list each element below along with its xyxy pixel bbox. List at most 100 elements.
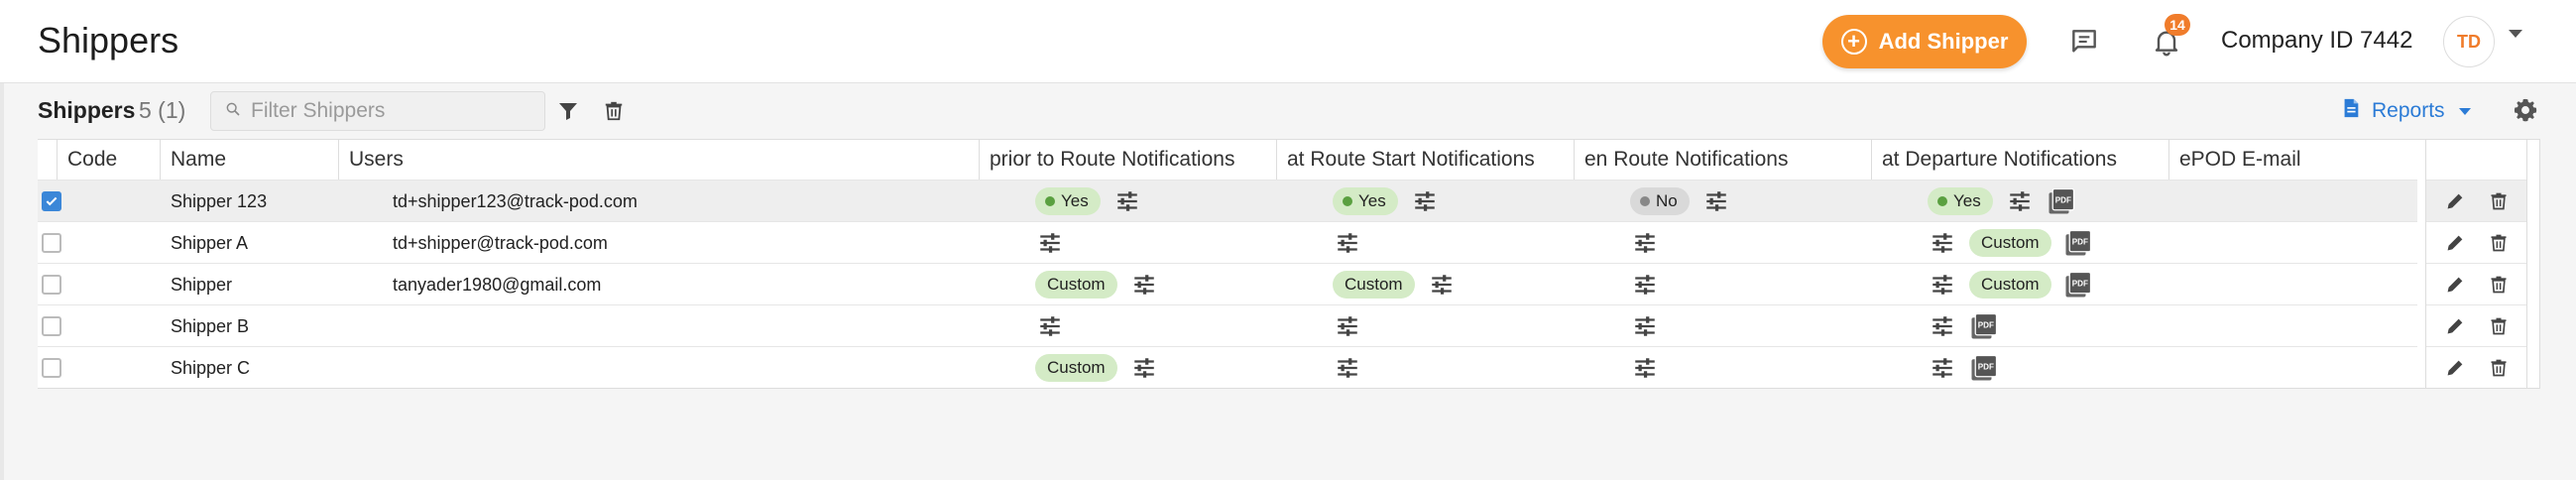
column-header-prior-route[interactable]: prior to Route Notifications xyxy=(980,140,1277,180)
notification-status-pill: Custom xyxy=(1969,271,2051,299)
add-shipper-button[interactable]: + Add Shipper xyxy=(1822,15,2027,68)
vertical-scrollbar[interactable] xyxy=(2526,139,2540,389)
shipper-name: Shipper xyxy=(171,274,233,295)
name-cell: Shipper C xyxy=(171,347,339,389)
notification-status-pill: Yes xyxy=(1035,187,1101,215)
sliders-icon[interactable] xyxy=(1333,311,1362,341)
trash-icon[interactable] xyxy=(2484,353,2514,383)
departure-cell: Custom PDF xyxy=(1928,222,2205,264)
column-header-name[interactable]: Name xyxy=(161,140,339,180)
notification-status-label: Yes xyxy=(1953,191,1981,210)
column-header-departure[interactable]: at Departure Notifications xyxy=(1872,140,2169,180)
trash-icon[interactable] xyxy=(2484,228,2514,258)
sliders-icon[interactable] xyxy=(1928,270,1957,300)
pdf-icon[interactable]: PDF xyxy=(2063,228,2093,258)
users-cell xyxy=(393,305,968,347)
sliders-icon[interactable] xyxy=(1333,353,1362,383)
company-id[interactable]: Company ID 7442 xyxy=(2221,27,2412,55)
top-header: Shippers + Add Shipper 14 Company ID 744… xyxy=(0,0,2576,83)
trash-icon[interactable] xyxy=(598,95,630,127)
select-cell xyxy=(42,180,81,222)
row-checkbox[interactable] xyxy=(42,358,61,378)
trash-icon[interactable] xyxy=(2484,186,2514,216)
row-actions xyxy=(2426,221,2527,263)
search-icon xyxy=(225,101,241,122)
pdf-icon[interactable]: PDF xyxy=(1969,353,1999,383)
column-header-en-route[interactable]: en Route Notifications xyxy=(1575,140,1872,180)
pencil-icon[interactable] xyxy=(2440,186,2470,216)
sliders-icon[interactable] xyxy=(1928,353,1957,383)
shipper-name: Shipper 123 xyxy=(171,190,268,211)
sliders-icon[interactable] xyxy=(1630,270,1660,300)
notification-status-label: No xyxy=(1656,191,1678,210)
sliders-icon[interactable] xyxy=(2005,186,2035,216)
list-count: 5 (1) xyxy=(139,97,186,123)
notification-status-pill: Yes xyxy=(1333,187,1398,215)
avatar[interactable]: TD xyxy=(2443,16,2495,67)
table-row[interactable]: Shipper B PDF xyxy=(38,304,2417,346)
shipper-user-email: td+shipper@track-pod.com xyxy=(393,232,608,253)
notification-status-label: Custom xyxy=(1047,358,1106,377)
filter-icon[interactable] xyxy=(552,95,584,127)
row-actions xyxy=(2426,263,2527,304)
table-row[interactable]: Shipper 123 td+shipper123@track-pod.com Ye… xyxy=(38,180,2417,221)
svg-text:PDF: PDF xyxy=(2071,237,2087,246)
table-row[interactable]: Shipper C Custom PDF xyxy=(38,346,2417,388)
sliders-icon[interactable] xyxy=(1112,186,1142,216)
prior-route-cell xyxy=(1035,222,1313,264)
column-header-code[interactable]: Code xyxy=(58,140,161,180)
trash-icon[interactable] xyxy=(2484,270,2514,300)
pencil-icon[interactable] xyxy=(2440,311,2470,341)
sliders-icon[interactable] xyxy=(1630,353,1660,383)
pdf-icon[interactable]: PDF xyxy=(1969,311,1999,341)
sliders-icon[interactable] xyxy=(1928,228,1957,258)
sliders-icon[interactable] xyxy=(1129,270,1159,300)
filter-box[interactable] xyxy=(210,91,545,131)
sliders-icon[interactable] xyxy=(1427,270,1457,300)
row-checkbox[interactable] xyxy=(42,191,61,211)
shipper-user-email: td+shipper123@track-pod.com xyxy=(393,190,638,211)
chevron-down-icon[interactable] xyxy=(2509,30,2522,38)
sliders-icon[interactable] xyxy=(1333,228,1362,258)
select-cell xyxy=(42,305,81,347)
pdf-icon[interactable]: PDF xyxy=(2063,270,2093,300)
sliders-icon[interactable] xyxy=(1630,311,1660,341)
sliders-icon[interactable] xyxy=(1630,228,1660,258)
row-checkbox[interactable] xyxy=(42,233,61,253)
shipper-name: Shipper B xyxy=(171,315,250,336)
row-checkbox[interactable] xyxy=(42,316,61,336)
name-cell: Shipper 123 xyxy=(171,180,339,222)
sliders-icon[interactable] xyxy=(1035,311,1065,341)
sliders-icon[interactable] xyxy=(1928,311,1957,341)
pencil-icon[interactable] xyxy=(2440,228,2470,258)
trash-icon[interactable] xyxy=(2484,311,2514,341)
chat-icon[interactable] xyxy=(2064,22,2104,61)
en-route-cell xyxy=(1630,222,1908,264)
name-cell: Shipper B xyxy=(171,305,339,347)
list-title: Shippers xyxy=(38,97,136,123)
filter-input[interactable] xyxy=(251,99,538,123)
table-row[interactable]: Shipper A td+shipper@track-pod.com Custom P… xyxy=(38,221,2417,263)
gear-icon[interactable] xyxy=(2509,93,2542,127)
sliders-icon[interactable] xyxy=(1701,186,1731,216)
users-cell: tanyader1980@gmail.com xyxy=(393,264,968,305)
notification-status-label: Yes xyxy=(1061,191,1089,210)
svg-text:PDF: PDF xyxy=(2071,279,2087,288)
column-header-epod-email[interactable]: ePOD E-mail xyxy=(2169,140,2427,180)
table-row[interactable]: Shipper tanyader1980@gmail.com Custom Custo… xyxy=(38,263,2417,304)
pencil-icon[interactable] xyxy=(2440,270,2470,300)
status-dot xyxy=(1640,196,1650,206)
document-icon xyxy=(2340,96,2362,126)
prior-route-cell: Custom xyxy=(1035,264,1313,305)
row-checkbox[interactable] xyxy=(42,275,61,295)
sliders-icon[interactable] xyxy=(1035,228,1065,258)
route-start-cell xyxy=(1333,305,1610,347)
sliders-icon[interactable] xyxy=(1129,353,1159,383)
sliders-icon[interactable] xyxy=(1410,186,1440,216)
route-start-cell xyxy=(1333,347,1610,389)
pdf-icon[interactable]: PDF xyxy=(2047,186,2076,216)
column-header-users[interactable]: Users xyxy=(339,140,980,180)
reports-dropdown[interactable]: Reports xyxy=(2340,96,2471,126)
column-header-route-start[interactable]: at Route Start Notifications xyxy=(1277,140,1575,180)
pencil-icon[interactable] xyxy=(2440,353,2470,383)
